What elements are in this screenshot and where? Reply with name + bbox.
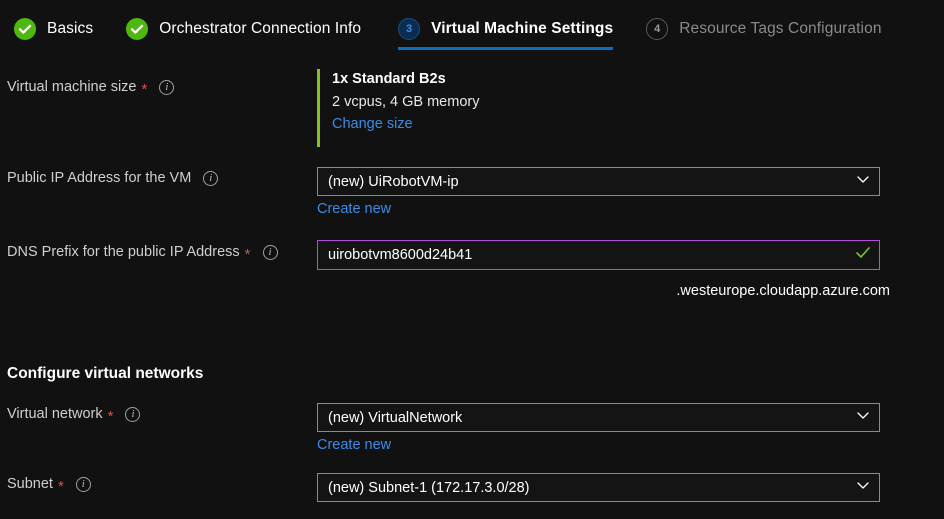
vm-size-subtitle: 2 vcpus, 4 GB memory bbox=[332, 94, 480, 110]
step-number-badge: 3 bbox=[398, 17, 421, 40]
public-ip-dropdown[interactable]: (new) UiRobotVM-ip bbox=[317, 167, 880, 196]
wizard-tab-strip: Basics Orchestrator Connection Info 3 Vi… bbox=[0, 0, 944, 57]
dns-suffix-text: .westeurope.cloudapp.azure.com bbox=[676, 283, 890, 299]
tab-orchestrator-connection-info[interactable]: Orchestrator Connection Info bbox=[126, 0, 361, 57]
row-dns-prefix: DNS Prefix for the public IP Address * i… bbox=[0, 235, 944, 315]
label-text: Virtual machine size bbox=[7, 79, 137, 95]
subnet-value: (new) Subnet-1 (172.17.3.0/28) bbox=[328, 479, 530, 496]
required-marker: * bbox=[244, 245, 251, 263]
change-size-link[interactable]: Change size bbox=[332, 116, 413, 132]
info-icon[interactable]: i bbox=[203, 170, 219, 186]
tab-label: Basics bbox=[47, 19, 94, 37]
label-text: DNS Prefix for the public IP Address bbox=[7, 244, 240, 260]
label-virtual-network: Virtual network * i bbox=[7, 406, 141, 425]
required-marker: * bbox=[141, 80, 148, 98]
row-virtual-network: Virtual network * i (new) VirtualNetwork… bbox=[0, 397, 944, 465]
check-icon bbox=[126, 17, 149, 40]
check-icon bbox=[14, 17, 36, 40]
public-ip-create-new-wrap: Create new bbox=[317, 201, 391, 217]
row-networks-section: Configure virtual networks bbox=[0, 357, 944, 391]
dns-prefix-field[interactable] bbox=[317, 240, 880, 270]
dns-prefix-input[interactable] bbox=[328, 247, 854, 263]
step-number-badge: 4 bbox=[646, 17, 669, 40]
vm-size-summary: 1x Standard B2s 2 vcpus, 4 GB memory Cha… bbox=[317, 69, 479, 147]
required-marker: * bbox=[57, 477, 64, 495]
create-new-public-ip-link[interactable]: Create new bbox=[317, 201, 391, 217]
label-public-ip-address: Public IP Address for the VM i bbox=[7, 170, 219, 186]
label-dns-prefix: DNS Prefix for the public IP Address * i bbox=[7, 244, 278, 263]
virtual-network-value: (new) VirtualNetwork bbox=[328, 409, 463, 426]
tab-basics[interactable]: Basics bbox=[14, 0, 93, 57]
subnet-dropdown[interactable]: (new) Subnet-1 (172.17.3.0/28) bbox=[317, 473, 880, 502]
virtual-network-create-new-wrap: Create new bbox=[317, 437, 391, 453]
info-icon[interactable]: i bbox=[159, 79, 175, 95]
label-text: Subnet bbox=[7, 476, 53, 492]
label-text: Virtual network bbox=[7, 406, 103, 422]
info-icon[interactable]: i bbox=[125, 406, 141, 422]
chevron-down-icon bbox=[855, 477, 871, 498]
tab-virtual-machine-settings[interactable]: 3 Virtual Machine Settings bbox=[398, 0, 614, 57]
vm-size-title: 1x Standard B2s bbox=[332, 71, 446, 87]
label-text: Public IP Address for the VM bbox=[7, 170, 192, 186]
active-tab-underline bbox=[398, 47, 614, 50]
info-icon[interactable]: i bbox=[75, 476, 91, 492]
label-subnet: Subnet * i bbox=[7, 476, 91, 495]
row-public-ip-address: Public IP Address for the VM i (new) UiR… bbox=[0, 162, 944, 230]
row-virtual-machine-size: Virtual machine size * i 1x Standard B2s… bbox=[0, 57, 944, 157]
tab-label: Orchestrator Connection Info bbox=[159, 19, 362, 37]
virtual-network-dropdown[interactable]: (new) VirtualNetwork bbox=[317, 403, 880, 432]
create-new-virtual-network-link[interactable]: Create new bbox=[317, 437, 391, 453]
section-title-configure-virtual-networks: Configure virtual networks bbox=[7, 365, 204, 382]
check-icon bbox=[854, 244, 871, 266]
chevron-down-icon bbox=[855, 171, 871, 192]
info-icon[interactable]: i bbox=[262, 244, 278, 260]
required-marker: * bbox=[107, 407, 114, 425]
chevron-down-icon bbox=[855, 407, 871, 428]
tab-resource-tags-configuration[interactable]: 4 Resource Tags Configuration bbox=[646, 0, 881, 57]
label-virtual-machine-size: Virtual machine size * i bbox=[7, 79, 175, 98]
public-ip-value: (new) UiRobotVM-ip bbox=[328, 173, 459, 190]
row-subnet: Subnet * i (new) Subnet-1 (172.17.3.0/28… bbox=[0, 467, 944, 517]
tab-label: Resource Tags Configuration bbox=[679, 19, 882, 37]
tab-label: Virtual Machine Settings bbox=[431, 19, 614, 37]
